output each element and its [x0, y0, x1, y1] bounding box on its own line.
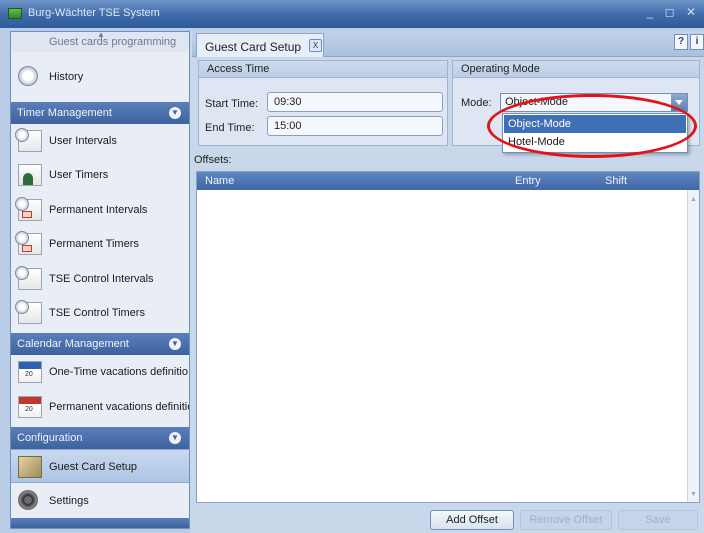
sidebar-item-label: Settings — [49, 495, 89, 507]
table-header: Name Entry Shift — [197, 172, 699, 190]
guest-card-icon — [18, 456, 42, 478]
offsets-label: Offsets: — [194, 154, 232, 166]
collapse-chevron-icon[interactable]: ▼ — [169, 432, 181, 444]
sidebar-item-history[interactable]: History — [11, 60, 189, 94]
sidebar-item-label: User Intervals — [49, 135, 117, 147]
section-title: Configuration — [17, 432, 83, 444]
title-bar: Burg-Wächter TSE System _ ◻ ✕ — [0, 0, 704, 28]
sidebar-item-guest-cards-programming[interactable]: ▲ Guest cards programming — [11, 32, 189, 52]
group-title: Access Time — [207, 63, 270, 75]
start-time-label: Start Time: — [205, 98, 259, 110]
sidebar-item-label: User Timers — [49, 169, 109, 181]
column-entry-header[interactable]: Entry — [515, 175, 541, 187]
offsets-table: Name Entry Shift ▲ ▼ — [196, 171, 700, 503]
mode-dropdown-list: Object-Mode Hotel-Mode — [502, 113, 688, 153]
sidebar-item-tse-control-timers[interactable]: TSE Control Timers — [11, 296, 189, 330]
sidebar-item-label: Guest Card Setup — [49, 461, 138, 473]
sidebar-scroll-down[interactable] — [11, 518, 189, 528]
sidebar-item-label: Permanent vacations definitic — [49, 401, 190, 413]
sidebar-item-user-intervals[interactable]: User Intervals — [11, 124, 189, 158]
section-title: Calendar Management — [17, 338, 129, 350]
permanent-intervals-icon — [15, 197, 42, 221]
remove-offset-button[interactable]: Remove Offset — [520, 510, 612, 530]
mode-label: Mode: — [461, 97, 492, 109]
sidebar-item-tse-control-intervals[interactable]: TSE Control Intervals — [11, 262, 189, 296]
sidebar-item-user-timers[interactable]: User Timers — [11, 158, 189, 192]
mode-select[interactable]: Object-Mode — [500, 93, 688, 112]
sidebar-item-label: Permanent Intervals — [49, 204, 148, 216]
section-header-timer-management[interactable]: Timer Management ▼ — [11, 102, 189, 124]
start-time-field[interactable]: 09:30 — [267, 92, 443, 112]
scroll-down-icon[interactable]: ▼ — [690, 491, 697, 498]
tse-control-timers-icon — [15, 300, 42, 324]
sidebar-item-label: TSE Control Timers — [49, 307, 145, 319]
scroll-up-icon[interactable]: ▲ — [690, 196, 697, 203]
sidebar-item-label: Guest cards programming — [49, 36, 177, 48]
sidebar: ▲ Guest cards programming History Timer … — [10, 31, 190, 529]
action-bar: Add Offset Remove Offset Save — [190, 507, 704, 533]
help-buttons: ? i — [672, 34, 704, 50]
section-header-calendar-management[interactable]: Calendar Management ▼ — [11, 333, 189, 355]
mode-selected-value: Object-Mode — [505, 96, 568, 108]
tab-strip: Guest Card Setup X ? i — [192, 31, 704, 57]
tab-guest-card-setup[interactable]: Guest Card Setup X — [196, 33, 324, 57]
access-time-group: Access Time Start Time: 09:30 End Time: … — [198, 60, 448, 146]
close-tab-icon[interactable]: X — [309, 39, 322, 52]
option-object-mode[interactable]: Object-Mode — [504, 115, 686, 133]
section-title: Timer Management — [17, 107, 112, 119]
window-title: Burg-Wächter TSE System — [28, 7, 160, 19]
sidebar-item-settings[interactable]: Settings — [11, 484, 189, 518]
dropdown-arrow-icon[interactable] — [671, 94, 687, 111]
window-controls[interactable]: _ ◻ ✕ — [647, 5, 700, 19]
end-time-label: End Time: — [205, 122, 255, 134]
sidebar-item-one-time-vacations[interactable]: One-Time vacations definitio — [11, 355, 189, 389]
save-button[interactable]: Save — [618, 510, 698, 530]
column-shift-header[interactable]: Shift — [605, 175, 627, 187]
collapse-chevron-icon[interactable]: ▼ — [169, 338, 181, 350]
group-title: Operating Mode — [461, 63, 540, 75]
sidebar-item-label: One-Time vacations definitio — [49, 366, 188, 378]
sidebar-item-label: Permanent Timers — [49, 238, 139, 250]
sidebar-item-label: TSE Control Intervals — [49, 273, 154, 285]
tab-label: Guest Card Setup — [205, 40, 302, 54]
add-offset-button[interactable]: Add Offset — [430, 510, 514, 530]
info-button[interactable]: i — [690, 34, 704, 50]
help-button[interactable]: ? — [674, 34, 688, 50]
settings-icon — [18, 490, 38, 510]
sidebar-item-permanent-intervals[interactable]: Permanent Intervals — [11, 193, 189, 227]
tse-control-intervals-icon — [15, 266, 42, 290]
app-icon — [8, 8, 22, 19]
calendar-icon — [18, 361, 42, 383]
user-timers-icon — [18, 164, 42, 186]
collapse-chevron-icon[interactable]: ▼ — [169, 107, 181, 119]
main-panel: Guest Card Setup X ? i Access Time Start … — [190, 31, 704, 533]
history-icon — [18, 66, 38, 86]
section-header-configuration[interactable]: Configuration ▼ — [11, 427, 189, 449]
vertical-scrollbar[interactable]: ▲ ▼ — [687, 190, 699, 502]
permanent-timers-icon — [15, 231, 42, 255]
column-name-header[interactable]: Name — [205, 175, 234, 187]
sidebar-item-permanent-timers[interactable]: Permanent Timers — [11, 227, 189, 261]
sidebar-item-guest-card-setup[interactable]: Guest Card Setup — [11, 449, 189, 483]
user-intervals-icon — [15, 128, 42, 152]
sidebar-item-permanent-vacations[interactable]: Permanent vacations definitic — [11, 390, 189, 424]
calendar-red-icon — [18, 396, 42, 418]
option-hotel-mode[interactable]: Hotel-Mode — [504, 133, 686, 151]
sidebar-item-label: History — [49, 71, 84, 83]
end-time-field[interactable]: 15:00 — [267, 116, 443, 136]
